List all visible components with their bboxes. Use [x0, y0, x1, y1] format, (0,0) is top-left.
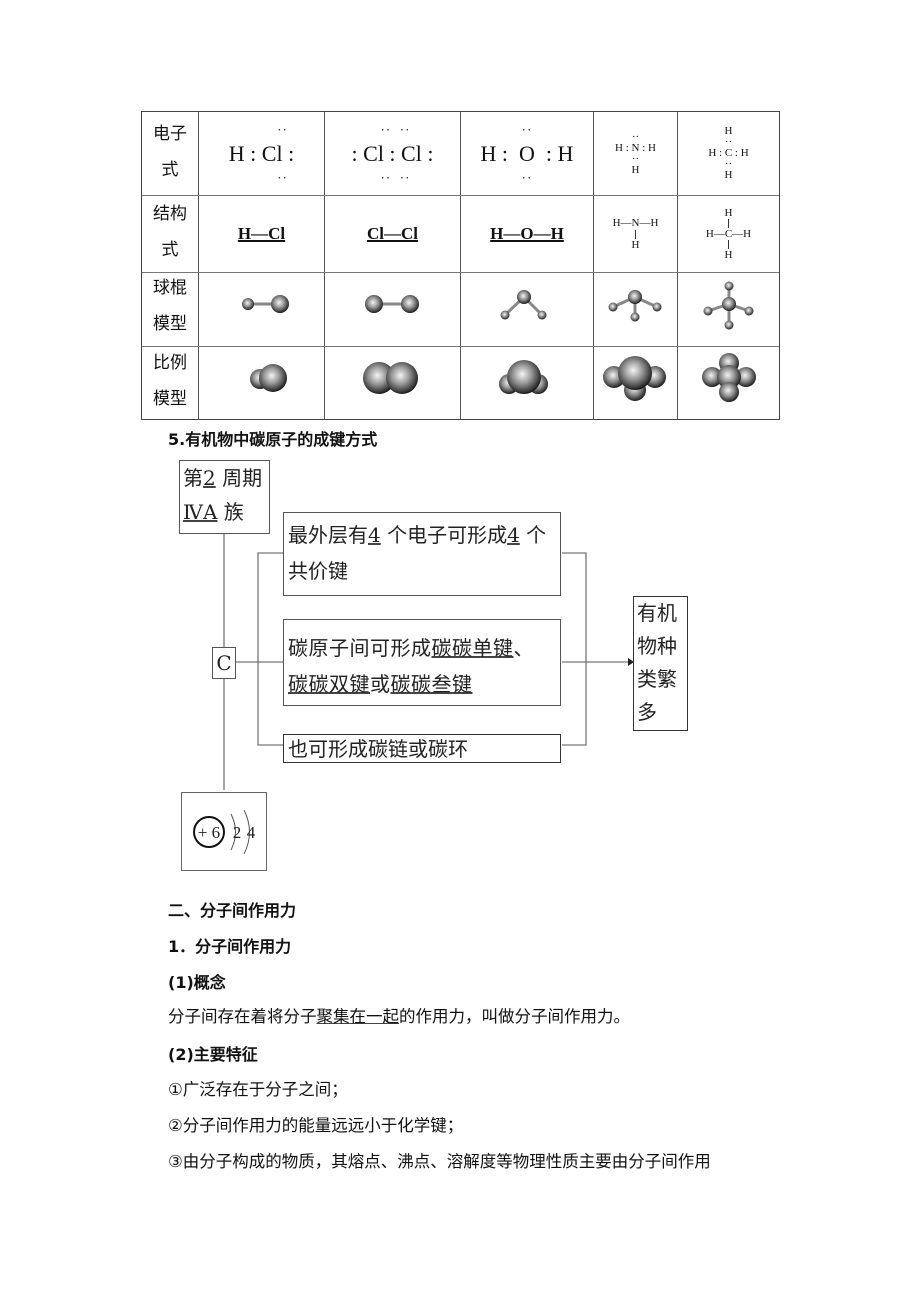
carbon-atom-structure-box: + 6 2 4: [181, 792, 267, 871]
subsection-1-title: 1．分子间作用力: [168, 937, 292, 956]
underlined-answer: 聚集在一起: [316, 1007, 400, 1026]
bond-box-line: 共价键: [288, 559, 348, 583]
underlined-answer: 碳碳单键: [431, 636, 514, 660]
feature-item: ①广泛存在于分子之间；: [168, 1080, 348, 1099]
bond-box-line: 碳原子间可形成碳碳单键、: [288, 630, 560, 666]
period-group-box: 第2 周期 ⅣA 族: [179, 460, 270, 534]
shell-1-electrons: 2: [233, 823, 242, 842]
text: 第: [183, 466, 203, 490]
result-line: 有机: [637, 601, 677, 625]
underlined-answer: ⅣA: [183, 500, 218, 524]
text: 最外层有: [288, 523, 368, 547]
underlined-answer: 碳碳叁键: [390, 672, 473, 696]
carbon-box: C: [212, 647, 236, 679]
period-line: 第2 周期: [183, 461, 269, 495]
section-2-title: 二、分子间作用力: [168, 901, 297, 920]
concept-label: (1)概念: [168, 973, 226, 992]
text: 个: [519, 523, 547, 547]
text: 族: [217, 500, 244, 524]
underlined-answer: 4: [507, 523, 520, 547]
feature-item: ②分子间作用力的能量远远小于化学键；: [168, 1116, 464, 1135]
result-line: 类繁: [637, 667, 677, 691]
nucleus-charge: + 6: [198, 823, 220, 842]
bond-box-carbon-bonds: 碳原子间可形成碳碳单键、 碳碳双键或碳碳叁键: [283, 619, 561, 706]
features-label: (2)主要特征: [168, 1045, 258, 1064]
text: 碳原子间可形成: [288, 636, 432, 660]
feature-item: ③由分子构成的物质，其熔点、沸点、溶解度等物理性质主要由分子间作用: [168, 1152, 711, 1171]
result-line: 多: [637, 700, 657, 724]
group-line: ⅣA 族: [183, 495, 269, 529]
text: 分子间存在着将分子: [168, 1007, 317, 1026]
underlined-answer: 4: [368, 523, 381, 547]
text: 的作用力，叫做分子间作用力。: [399, 1007, 630, 1026]
concept-paragraph: 分子间存在着将分子聚集在一起的作用力，叫做分子间作用力。: [168, 1003, 630, 1027]
bond-box-chains-rings: 也可形成碳链或碳环: [283, 734, 561, 763]
underlined-answer: 2: [203, 466, 216, 490]
text: 个电子可形成: [380, 523, 508, 547]
result-box: 有机 物种 类繁 多: [633, 596, 688, 731]
text: 、: [513, 636, 534, 660]
text: 周期: [215, 466, 263, 490]
underlined-answer: 碳碳双键: [288, 672, 370, 696]
bond-box-line: 碳碳双键或碳碳叁键: [288, 666, 560, 702]
text: 或: [370, 672, 391, 696]
bond-box-line: 最外层有4 个电子可形成4 个: [288, 517, 560, 553]
result-line: 物种: [637, 634, 677, 658]
shell-2-electrons: 4: [247, 823, 256, 842]
atom-structure-diagram: + 6 2 4: [193, 809, 256, 855]
bond-box-covalent: 最外层有4 个电子可形成4 个 共价键: [283, 512, 561, 596]
